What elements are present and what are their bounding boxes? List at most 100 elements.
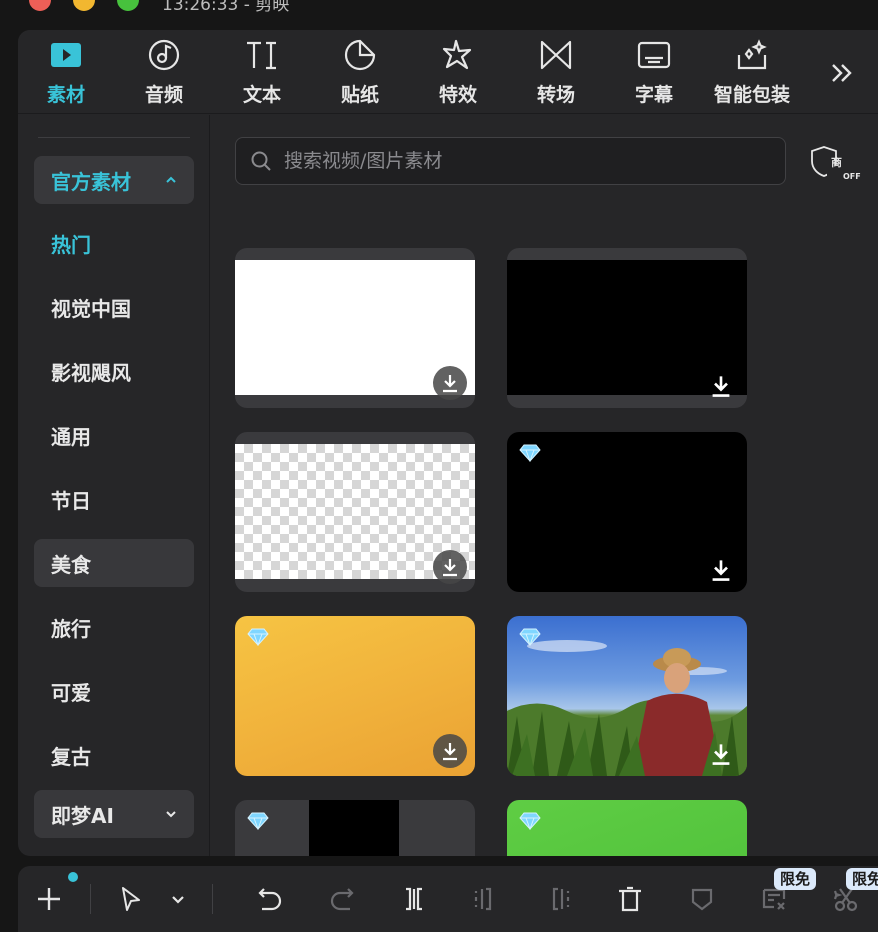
tab-label: 文本 (242, 84, 281, 106)
thumbnail (309, 800, 399, 856)
tab-label: 转场 (536, 84, 575, 106)
transition-icon (540, 40, 572, 70)
window-title: 13:26:33 - 剪映 (162, 0, 290, 15)
sidebar-item-label: 复古 (51, 744, 91, 769)
sidebar-item-label: 影视飓风 (51, 360, 131, 385)
search-box[interactable] (235, 137, 786, 185)
tab-label: 音频 (144, 84, 183, 106)
sidebar-item-festival[interactable]: 节日 (34, 475, 194, 523)
sidebar-item-mediastorm[interactable]: 影视飓风 (34, 347, 194, 395)
timeline-toolbar: 限免 限免 (18, 866, 878, 932)
trim-right-button[interactable] (541, 882, 575, 916)
media-card-orange[interactable] (235, 616, 475, 776)
close-window-button[interactable] (29, 0, 51, 11)
media-card-transparent[interactable] (235, 432, 475, 592)
download-icon[interactable] (709, 374, 733, 398)
search-input[interactable] (284, 150, 764, 172)
sidebar-item-label: 通用 (51, 424, 91, 449)
undo-icon (258, 888, 282, 911)
download-icon (443, 743, 457, 761)
tab-audio[interactable]: 音频 (116, 38, 212, 108)
download-icon (443, 559, 457, 577)
tab-sticker[interactable]: 贴纸 (312, 38, 408, 108)
subtitle-icon (637, 41, 671, 69)
category-sidebar: 官方素材 热门 视觉中国 影视飓风 通用 节日 美食 旅行 可爱 复古 即梦AI (18, 115, 210, 856)
search-icon (251, 151, 271, 171)
sidebar-item-cute[interactable]: 可爱 (34, 667, 194, 715)
tab-smart-package[interactable]: 智能包装 (704, 38, 800, 108)
title-bar: 13:26:33 - 剪映 (0, 0, 878, 30)
undo-button[interactable] (253, 882, 287, 916)
commercial-label: 商 (831, 156, 842, 169)
minimize-window-button[interactable] (73, 0, 95, 11)
select-tool-dropdown[interactable] (161, 882, 195, 916)
redo-button[interactable] (325, 882, 359, 916)
diamond-icon (519, 812, 541, 830)
sidebar-item-label: 热门 (51, 232, 91, 257)
divider (212, 884, 213, 914)
trim-left-button[interactable] (469, 882, 503, 916)
tab-label: 贴纸 (340, 84, 379, 106)
diamond-icon (519, 444, 541, 462)
tab-subtitle[interactable]: 字幕 (606, 38, 702, 108)
plus-icon (38, 888, 60, 910)
download-button[interactable] (433, 366, 467, 400)
select-tool-button[interactable] (114, 882, 148, 916)
download-icon[interactable] (709, 558, 733, 582)
sidebar-item-hot[interactable]: 热门 (34, 219, 194, 267)
download-button[interactable] (433, 734, 467, 768)
sidebar-group-label: 即梦AI (51, 803, 114, 828)
sidebar-group-label: 官方素材 (51, 169, 131, 194)
free-badge: 限免 (774, 868, 817, 890)
sidebar-group-official[interactable]: 官方素材 (34, 156, 194, 204)
notification-dot (68, 872, 78, 882)
download-icon[interactable] (709, 742, 733, 766)
marker-button[interactable] (685, 882, 719, 916)
sidebar-item-label: 节日 (51, 488, 91, 513)
media-card-black-premium[interactable] (507, 432, 747, 592)
chevron-down-icon (166, 811, 176, 818)
sidebar-group-jimeng[interactable]: 即梦AI (34, 790, 194, 838)
tab-label: 素材 (46, 84, 85, 106)
trim-right-icon (552, 887, 570, 911)
double-chevron-right-icon[interactable] (824, 56, 858, 90)
download-button[interactable] (433, 550, 467, 584)
sidebar-item-general[interactable]: 通用 (34, 411, 194, 459)
media-card-farmer[interactable] (507, 616, 747, 776)
marker-icon (691, 888, 713, 911)
split-button[interactable] (397, 882, 431, 916)
commercial-off-label: OFF (843, 172, 861, 181)
tab-label: 智能包装 (713, 84, 790, 106)
tab-effects[interactable]: 特效 (410, 38, 506, 108)
add-button[interactable] (32, 882, 66, 916)
tab-label: 字幕 (634, 84, 673, 106)
cursor-icon (122, 887, 140, 911)
media-panel: 素材 音频 文本 贴纸 特效 转场 字幕 智能包装 官方素材 热门 视觉中国 影… (18, 30, 878, 856)
media-card-green[interactable] (507, 800, 747, 856)
tab-media[interactable]: 素材 (18, 38, 114, 108)
top-nav: 素材 音频 文本 贴纸 特效 转场 字幕 智能包装 (18, 30, 878, 114)
smart-package-icon (737, 39, 767, 70)
tab-text[interactable]: 文本 (214, 38, 310, 108)
media-icon (51, 43, 81, 67)
maximize-window-button[interactable] (117, 0, 139, 11)
free-badge: 限免 (846, 868, 878, 890)
divider (90, 884, 91, 914)
text-icon (247, 41, 276, 70)
sidebar-item-retro[interactable]: 复古 (34, 731, 194, 779)
chevron-down-icon (172, 896, 184, 904)
sticker-icon (344, 39, 376, 71)
sidebar-item-travel[interactable]: 旅行 (34, 603, 194, 651)
media-card-letterbox[interactable] (235, 800, 475, 856)
sidebar-item-food[interactable]: 美食 (34, 539, 194, 587)
media-card-black[interactable] (507, 248, 747, 408)
sidebar-item-label: 旅行 (51, 616, 91, 641)
delete-button[interactable] (613, 882, 647, 916)
sidebar-item-vcg[interactable]: 视觉中国 (34, 283, 194, 331)
delete-icon (619, 886, 641, 912)
download-icon (443, 375, 457, 393)
tab-transition[interactable]: 转场 (508, 38, 604, 108)
media-card-white[interactable] (235, 248, 475, 408)
media-grid-area: 商 OFF (211, 115, 878, 856)
diamond-icon (519, 628, 541, 646)
